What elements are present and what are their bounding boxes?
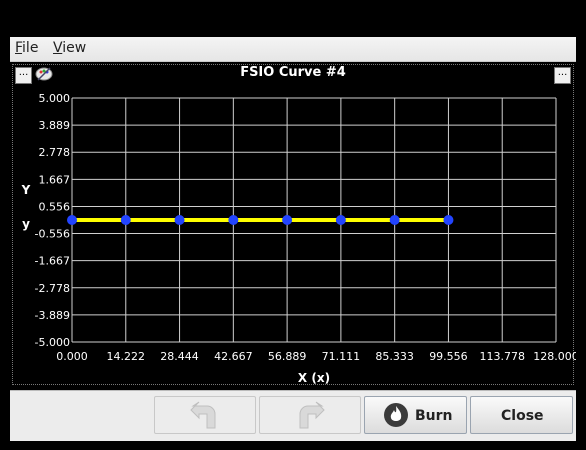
x-tick-labels: 0.000 14.222 28.444 42.667 56.889 71.111 85.33… — [56, 350, 576, 363]
x-tick-label: 0.000 — [56, 350, 88, 363]
x-tick-label: 128.000 — [533, 350, 576, 363]
menu-view[interactable]: View — [53, 40, 86, 56]
y-tick-label: 3.889 — [39, 119, 71, 132]
data-series — [67, 215, 454, 225]
y-axis-label-bottom: y — [22, 217, 30, 231]
y-tick-label: 2.778 — [39, 146, 71, 159]
menu-bar: File View — [10, 37, 576, 62]
undo-button[interactable] — [154, 396, 256, 434]
flame-icon — [384, 403, 408, 427]
x-tick-label: 71.111 — [322, 350, 361, 363]
data-point[interactable] — [282, 215, 293, 225]
y-tick-label: -0.556 — [35, 228, 70, 241]
data-point[interactable] — [335, 215, 346, 225]
data-point[interactable] — [120, 215, 131, 225]
x-tick-label: 113.778 — [479, 350, 525, 363]
curve-panel: ... ... FSIO Curve #4 5.000 3.889 2.778 1.6… — [10, 62, 576, 387]
redo-button[interactable] — [259, 396, 361, 434]
x-tick-label: 28.444 — [160, 350, 199, 363]
y-tick-label: 5.000 — [39, 92, 71, 105]
x-tick-label: 56.889 — [268, 350, 307, 363]
x-tick-label: 99.556 — [429, 350, 468, 363]
data-point[interactable] — [174, 215, 185, 225]
y-tick-label: -3.889 — [35, 309, 70, 322]
y-tick-labels: 5.000 3.889 2.778 1.667 0.556 -0.556 -1.667 -2.… — [35, 92, 70, 349]
burn-label: Burn — [415, 408, 453, 424]
x-axis-label: X (x) — [298, 371, 330, 385]
undo-icon — [190, 401, 216, 429]
menu-file[interactable]: File — [15, 40, 38, 56]
y-tick-label: -5.000 — [35, 336, 70, 349]
x-tick-label: 85.333 — [375, 350, 414, 363]
data-point[interactable] — [67, 215, 77, 225]
y-tick-label: 1.667 — [39, 173, 71, 186]
y-axis-label-top: Y — [21, 183, 31, 197]
data-point[interactable] — [228, 215, 239, 225]
y-tick-label: -2.778 — [35, 282, 70, 295]
y-tick-label: -1.667 — [35, 255, 70, 268]
x-tick-label: 42.667 — [214, 350, 253, 363]
data-point[interactable] — [443, 215, 454, 225]
chart-area[interactable]: 5.000 3.889 2.778 1.667 0.556 -0.556 -1.667 -2.… — [10, 62, 576, 387]
x-tick-label: 14.222 — [107, 350, 146, 363]
close-button[interactable]: Close — [470, 396, 573, 434]
button-bar: Burn Close — [10, 390, 576, 441]
data-point[interactable] — [389, 215, 400, 225]
burn-button[interactable]: Burn — [364, 396, 467, 434]
close-label: Close — [501, 408, 544, 424]
redo-icon — [299, 401, 325, 429]
y-tick-label: 0.556 — [39, 200, 71, 213]
